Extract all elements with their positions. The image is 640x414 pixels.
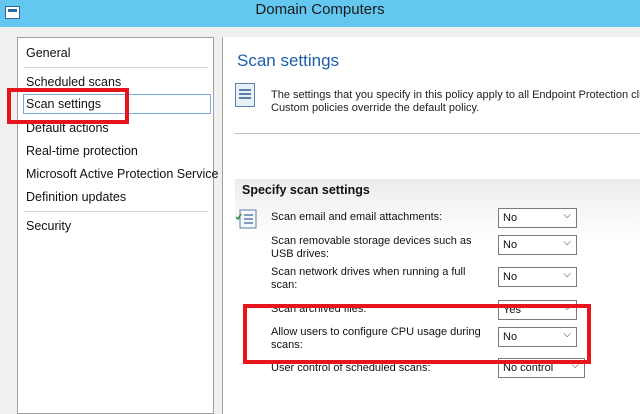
window-title: Domain Computers	[255, 1, 385, 18]
nav-item-real-time-protection[interactable]: Real-time protection	[26, 142, 138, 160]
page-title: Scan settings	[237, 51, 340, 70]
scan-settings-icon	[235, 209, 257, 229]
selected-value: No	[503, 239, 518, 251]
highlight-scan-settings	[7, 88, 129, 124]
setting-scan-email-label: Scan email and email attachments:	[271, 211, 481, 224]
selected-value: No	[503, 271, 518, 283]
label-line: USB drives:	[271, 248, 330, 260]
chevron-down-icon: ⌵	[563, 269, 571, 280]
nav-divider	[24, 67, 208, 68]
section-title: Specify scan settings	[242, 183, 370, 197]
nav-item-general[interactable]: General	[26, 44, 70, 62]
nav-divider	[24, 211, 208, 212]
divider	[235, 133, 640, 134]
chevron-down-icon: ⌵	[563, 210, 571, 221]
label-line: Scan network drives when running a full	[271, 266, 466, 278]
scan-removable-select[interactable]: No ⌵	[498, 235, 577, 255]
description-line: Custom policies override the default pol…	[271, 102, 480, 114]
scan-network-select[interactable]: No ⌵	[498, 267, 577, 287]
label-line: Scan email and email attachments:	[271, 211, 443, 223]
policy-description: The settings that you specify in this po…	[271, 89, 640, 115]
policy-document-icon	[235, 83, 255, 107]
label-line: Scan removable storage devices such as	[271, 235, 472, 247]
nav-item-maps[interactable]: Microsoft Active Protection Service	[26, 165, 218, 183]
description-line: The settings that you specify in this po…	[271, 89, 640, 101]
setting-scan-removable-label: Scan removable storage devices such as U…	[271, 235, 481, 261]
selected-value: No	[503, 212, 518, 224]
nav-item-security[interactable]: Security	[26, 217, 71, 235]
label-line: scan:	[271, 279, 298, 291]
setting-scan-network-label: Scan network drives when running a full …	[271, 266, 481, 292]
title-bar: Domain Computers	[0, 0, 640, 27]
chevron-down-icon: ⌵	[563, 237, 571, 248]
nav-item-definition-updates[interactable]: Definition updates	[26, 188, 126, 206]
highlight-cpu-usage	[243, 304, 591, 364]
scan-email-select[interactable]: No ⌵	[498, 208, 577, 228]
